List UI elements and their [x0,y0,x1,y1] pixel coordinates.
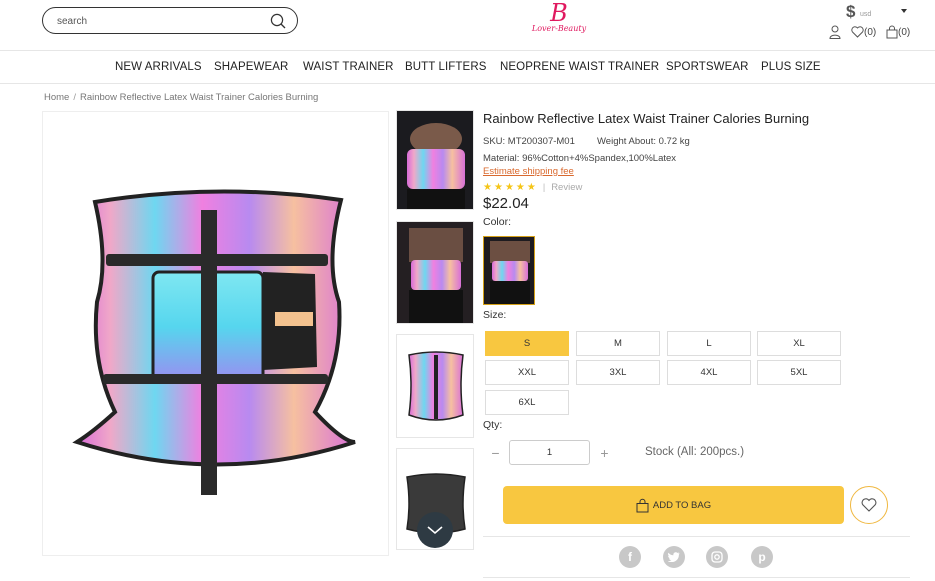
breadcrumb-separator: / [73,92,76,103]
top-header: B Lover-Beauty $ usd (0) (0) [0,0,935,51]
currency-code: usd [860,11,872,18]
star-icon: ★ [515,181,525,193]
bag-icon [636,498,649,512]
size-option-m[interactable]: M [576,331,660,356]
product-material: Material: 96%Cotton+4%Spandex,100%Latex [483,153,677,164]
account-button[interactable] [829,24,841,40]
heart-icon [861,498,877,512]
main-nav: NEW ARRIVALS SHAPEWEAR WAIST TRAINER BUT… [0,51,935,84]
pinterest-icon[interactable]: p [751,546,773,568]
product-thumbnail[interactable] [396,221,474,324]
nav-item-neoprene-waist-trainer[interactable]: NEOPRENE WAIST TRAINER [500,61,659,73]
add-to-bag-label: ADD TO BAG [652,499,712,511]
twitter-icon[interactable] [663,546,685,568]
bag-count: (0) [898,26,911,38]
size-option-s[interactable]: S [485,331,569,356]
user-icon [829,25,841,39]
product-thumbnail[interactable] [396,110,474,210]
size-label: Size: [483,309,507,321]
thumbnail-product-image [397,335,473,437]
color-label: Color: [483,216,512,228]
divider [483,536,910,537]
heart-icon [851,26,864,38]
add-to-bag-button[interactable]: ADD TO BAG [503,486,844,524]
qty-input[interactable] [509,440,590,465]
size-option-xxl[interactable]: XXL [485,360,569,385]
nav-item-new-arrivals[interactable]: NEW ARRIVALS [115,61,202,73]
instagram-glyph [711,551,723,563]
instagram-icon[interactable] [706,546,728,568]
size-option-l[interactable]: L [667,331,751,356]
estimate-shipping-link[interactable]: Estimate shipping fee [483,166,574,177]
brand-logo[interactable]: B Lover-Beauty [522,0,596,40]
star-icon: ★ [526,181,536,193]
thumbnail-model-front-image [397,111,473,209]
twitter-bird-glyph [668,552,680,562]
breadcrumb-current: Rainbow Reflective Latex Waist Trainer C… [79,92,319,103]
chevron-down-icon [901,9,907,13]
product-sku: SKU: MT200307-M01 [483,136,575,147]
nav-item-plus-size[interactable]: PLUS SIZE [761,61,821,73]
color-swatch-selected[interactable] [483,236,535,305]
product-rating[interactable]: ★ ★ ★ ★ ★ | Review [483,181,582,193]
stock-status: Stock (All: 200pcs.) [645,446,745,458]
breadcrumb: Home / Rainbow Reflective Latex Waist Trai… [44,92,318,103]
product-title: Rainbow Reflective Latex Waist Trainer C… [483,111,810,126]
nav-item-waist-trainer[interactable]: WAIST TRAINER [303,61,394,73]
star-icon: ★ [483,181,492,193]
product-price: $22.04 [483,195,529,212]
divider [483,577,910,578]
rating-divider: | [542,182,546,192]
size-option-xl[interactable]: XL [757,331,841,356]
search-input[interactable] [57,13,257,29]
add-to-wishlist-button[interactable] [850,486,888,524]
size-option-4xl[interactable]: 4XL [667,360,751,385]
product-thumbnail[interactable] [396,334,474,438]
star-icon: ★ [493,181,503,193]
qty-label: Qty: [483,419,503,431]
star-icon: ★ [504,181,514,193]
color-swatch-image [484,237,534,304]
nav-item-butt-lifters[interactable]: BUTT LIFTERS [405,61,487,73]
qty-increase-button[interactable]: + [592,440,617,465]
size-option-5xl[interactable]: 5XL [757,360,841,385]
thumbnail-scroll-down-button[interactable] [417,512,453,548]
currency-symbol: $ [846,2,856,21]
chevron-down-icon [427,526,443,535]
search-box[interactable] [42,7,298,34]
waist-trainer-image [72,189,356,495]
review-link[interactable]: Review [551,182,582,193]
logo-mark: B [550,0,568,27]
bag-icon [886,25,898,39]
wishlist-count: (0) [864,26,877,38]
product-weight: Weight About: 0.72 kg [597,136,690,147]
logo-text: Lover-Beauty [531,24,587,33]
size-option-6xl[interactable]: 6XL [485,390,569,415]
search-icon[interactable] [269,12,287,30]
product-main-image[interactable] [42,111,389,556]
facebook-icon[interactable]: f [619,546,641,568]
qty-decrease-button[interactable]: − [483,440,508,465]
thumbnail-model-back-image [397,222,473,323]
size-option-3xl[interactable]: 3XL [576,360,660,385]
nav-item-sportswear[interactable]: SPORTSWEAR [666,61,749,73]
bag-button[interactable]: (0) [886,24,910,40]
nav-item-shapewear[interactable]: SHAPEWEAR [214,61,288,73]
currency-selector[interactable]: $ usd [844,2,914,22]
breadcrumb-home[interactable]: Home [44,92,69,103]
wishlist-button[interactable]: (0) [851,24,876,40]
